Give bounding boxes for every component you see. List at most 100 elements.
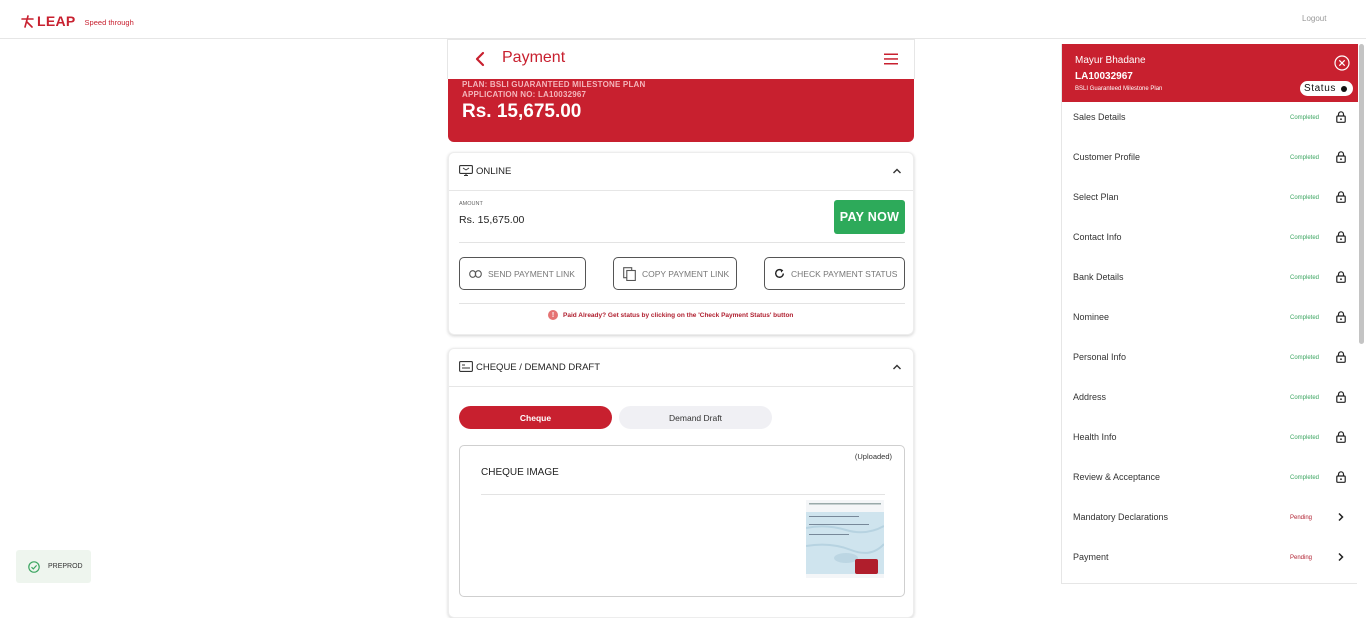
sidebar-item[interactable]: Contact Info Completed (1062, 222, 1358, 262)
chevron-right-icon (1338, 512, 1344, 522)
sidebar-item[interactable]: Personal Info Completed (1062, 342, 1358, 382)
monitor-icon (459, 165, 473, 176)
environment-label: PREPROD (48, 563, 83, 570)
status-dot-icon (1340, 85, 1347, 92)
sidebar-item-label: Customer Profile (1073, 152, 1141, 162)
check-payment-status-label: CHECK PAYMENT STATUS (791, 268, 898, 279)
sidebar-item-label: Payment (1073, 552, 1109, 562)
back-arrow-icon[interactable] (472, 50, 488, 68)
plan-summary-banner: PLAN: BSLI GUARANTEED MILESTONE PLAN APP… (448, 79, 914, 142)
sidebar-item[interactable]: Health Info Completed (1062, 422, 1358, 462)
send-payment-link-label: SEND PAYMENT LINK (488, 268, 575, 279)
lock-icon (1336, 431, 1346, 443)
sidebar-item[interactable]: Nominee Completed (1062, 302, 1358, 342)
chevron-right-icon (1338, 552, 1344, 562)
sidebar-item-status: Completed (1290, 475, 1320, 481)
sidebar-item-label: Review & Acceptance (1073, 472, 1161, 482)
brand-tagline: Speed through (84, 17, 134, 27)
premium-amount: Rs. 15,675.00 (462, 101, 582, 122)
copy-icon (623, 266, 636, 281)
application-number: APPLICATION NO: LA10032967 (462, 90, 587, 99)
environment-badge: PREPROD (16, 550, 91, 583)
copy-payment-link-button[interactable]: COPY PAYMENT LINK (613, 257, 737, 290)
divider (481, 494, 885, 495)
plan-name: BSLI Guaranteed Milestone Plan (1075, 86, 1163, 92)
sidebar-item-label: Address (1073, 392, 1107, 402)
cheque-section-header[interactable]: CHEQUE / DEMAND DRAFT (449, 349, 913, 387)
cheque-icon (459, 361, 473, 372)
applicant-summary-header: Mayur Bhadane LA10032967 BSLI Guaranteed… (1062, 44, 1358, 102)
cheque-image-title: CHEQUE IMAGE (481, 467, 559, 478)
divider (459, 303, 905, 304)
cheque-dd-card: CHEQUE / DEMAND DRAFT Cheque Demand Draf… (448, 348, 914, 618)
lock-icon (1336, 351, 1346, 363)
sidebar-item-status: Completed (1290, 315, 1320, 321)
sidebar-item[interactable]: Sales Details Completed (1062, 102, 1358, 142)
status-button-label: Status (1304, 83, 1336, 94)
lock-icon (1336, 471, 1346, 483)
amount-value: Rs. 15,675.00 (459, 214, 525, 226)
chevron-up-icon[interactable] (892, 167, 902, 175)
paid-already-note: ! Paid Already? Get status by clicking o… (548, 310, 793, 320)
amount-label: AMOUNT (459, 201, 483, 207)
sidebar-item-status: Completed (1290, 155, 1320, 161)
cheque-image-thumbnail[interactable] (806, 498, 884, 578)
page-title: Payment (502, 49, 566, 66)
tab-cheque[interactable]: Cheque (459, 406, 612, 429)
pay-now-button[interactable]: PAY NOW (834, 200, 905, 234)
applicant-name: Mayur Bhadane (1075, 55, 1146, 66)
sidebar-item-label: Sales Details (1073, 112, 1126, 122)
sidebar-item[interactable]: Address Completed (1062, 382, 1358, 422)
lock-icon (1336, 391, 1346, 403)
sidebar-item-status: Completed (1290, 235, 1320, 241)
lock-icon (1336, 271, 1346, 283)
sidebar-item[interactable]: Select Plan Completed (1062, 182, 1358, 222)
sidebar-item[interactable]: Payment Pending (1062, 542, 1358, 582)
sidebar-item[interactable]: Review & Acceptance Completed (1062, 462, 1358, 502)
close-icon[interactable] (1334, 55, 1350, 71)
tab-demand-draft[interactable]: Demand Draft (619, 406, 772, 429)
sidebar-item-label: Nominee (1073, 312, 1110, 322)
info-icon: ! (548, 310, 558, 320)
sidebar-item-status: Pending (1290, 555, 1313, 561)
refresh-icon (775, 268, 784, 278)
cheque-section-title: CHEQUE / DEMAND DRAFT (476, 362, 601, 373)
payment-header: Payment (447, 39, 915, 79)
lock-icon (1336, 231, 1346, 243)
check-circle-icon (28, 560, 40, 573)
sidebar-item-label: Personal Info (1073, 352, 1127, 362)
sidebar-item[interactable]: Customer Profile Completed (1062, 142, 1358, 182)
sidebar-item-status: Completed (1290, 115, 1320, 121)
hamburger-menu-icon[interactable] (884, 53, 898, 65)
plan-name: PLAN: BSLI GUARANTEED MILESTONE PLAN (462, 80, 646, 89)
application-status-panel: Mayur Bhadane LA10032967 BSLI Guaranteed… (1061, 44, 1358, 584)
sidebar-item-label: Health Info (1073, 432, 1117, 442)
payment-panel: Payment PLAN: BSLI GUARANTEED MILESTONE … (447, 39, 915, 618)
leap-logo-icon (21, 14, 34, 28)
status-button[interactable]: Status (1300, 81, 1353, 96)
logout-link[interactable]: Logout (1302, 14, 1326, 23)
sidebar-item-status: Completed (1290, 395, 1320, 401)
sidebar-item[interactable]: Mandatory Declarations Pending (1062, 502, 1358, 542)
chevron-up-icon[interactable] (892, 363, 902, 371)
send-payment-link-button[interactable]: SEND PAYMENT LINK (459, 257, 586, 290)
copy-payment-link-label: COPY PAYMENT LINK (642, 268, 730, 279)
lock-icon (1336, 311, 1346, 323)
sidebar-item-status: Completed (1290, 435, 1320, 441)
lock-icon (1336, 111, 1346, 123)
sidebar-item-label: Select Plan (1073, 192, 1119, 202)
sidebar-item[interactable]: Bank Details Completed (1062, 262, 1358, 302)
top-bar: LEAP Speed through Logout (0, 0, 1366, 39)
online-section-title: ONLINE (476, 166, 512, 177)
sidebar-item-status: Pending (1290, 515, 1313, 521)
sidebar-item-label: Mandatory Declarations (1073, 512, 1169, 522)
check-payment-status-button[interactable]: CHECK PAYMENT STATUS (764, 257, 905, 290)
sidebar-item-status: Completed (1290, 195, 1320, 201)
sidebar-item-label: Contact Info (1073, 232, 1122, 242)
online-section-header[interactable]: ONLINE (449, 153, 913, 191)
sidebar-item-label: Bank Details (1073, 272, 1124, 282)
online-payment-card: ONLINE AMOUNT Rs. 15,675.00 PAY NOW SEND… (448, 152, 914, 335)
leap-logo[interactable]: LEAP Speed through (21, 13, 134, 29)
lock-icon (1336, 191, 1346, 203)
scrollbar[interactable] (1359, 44, 1364, 344)
